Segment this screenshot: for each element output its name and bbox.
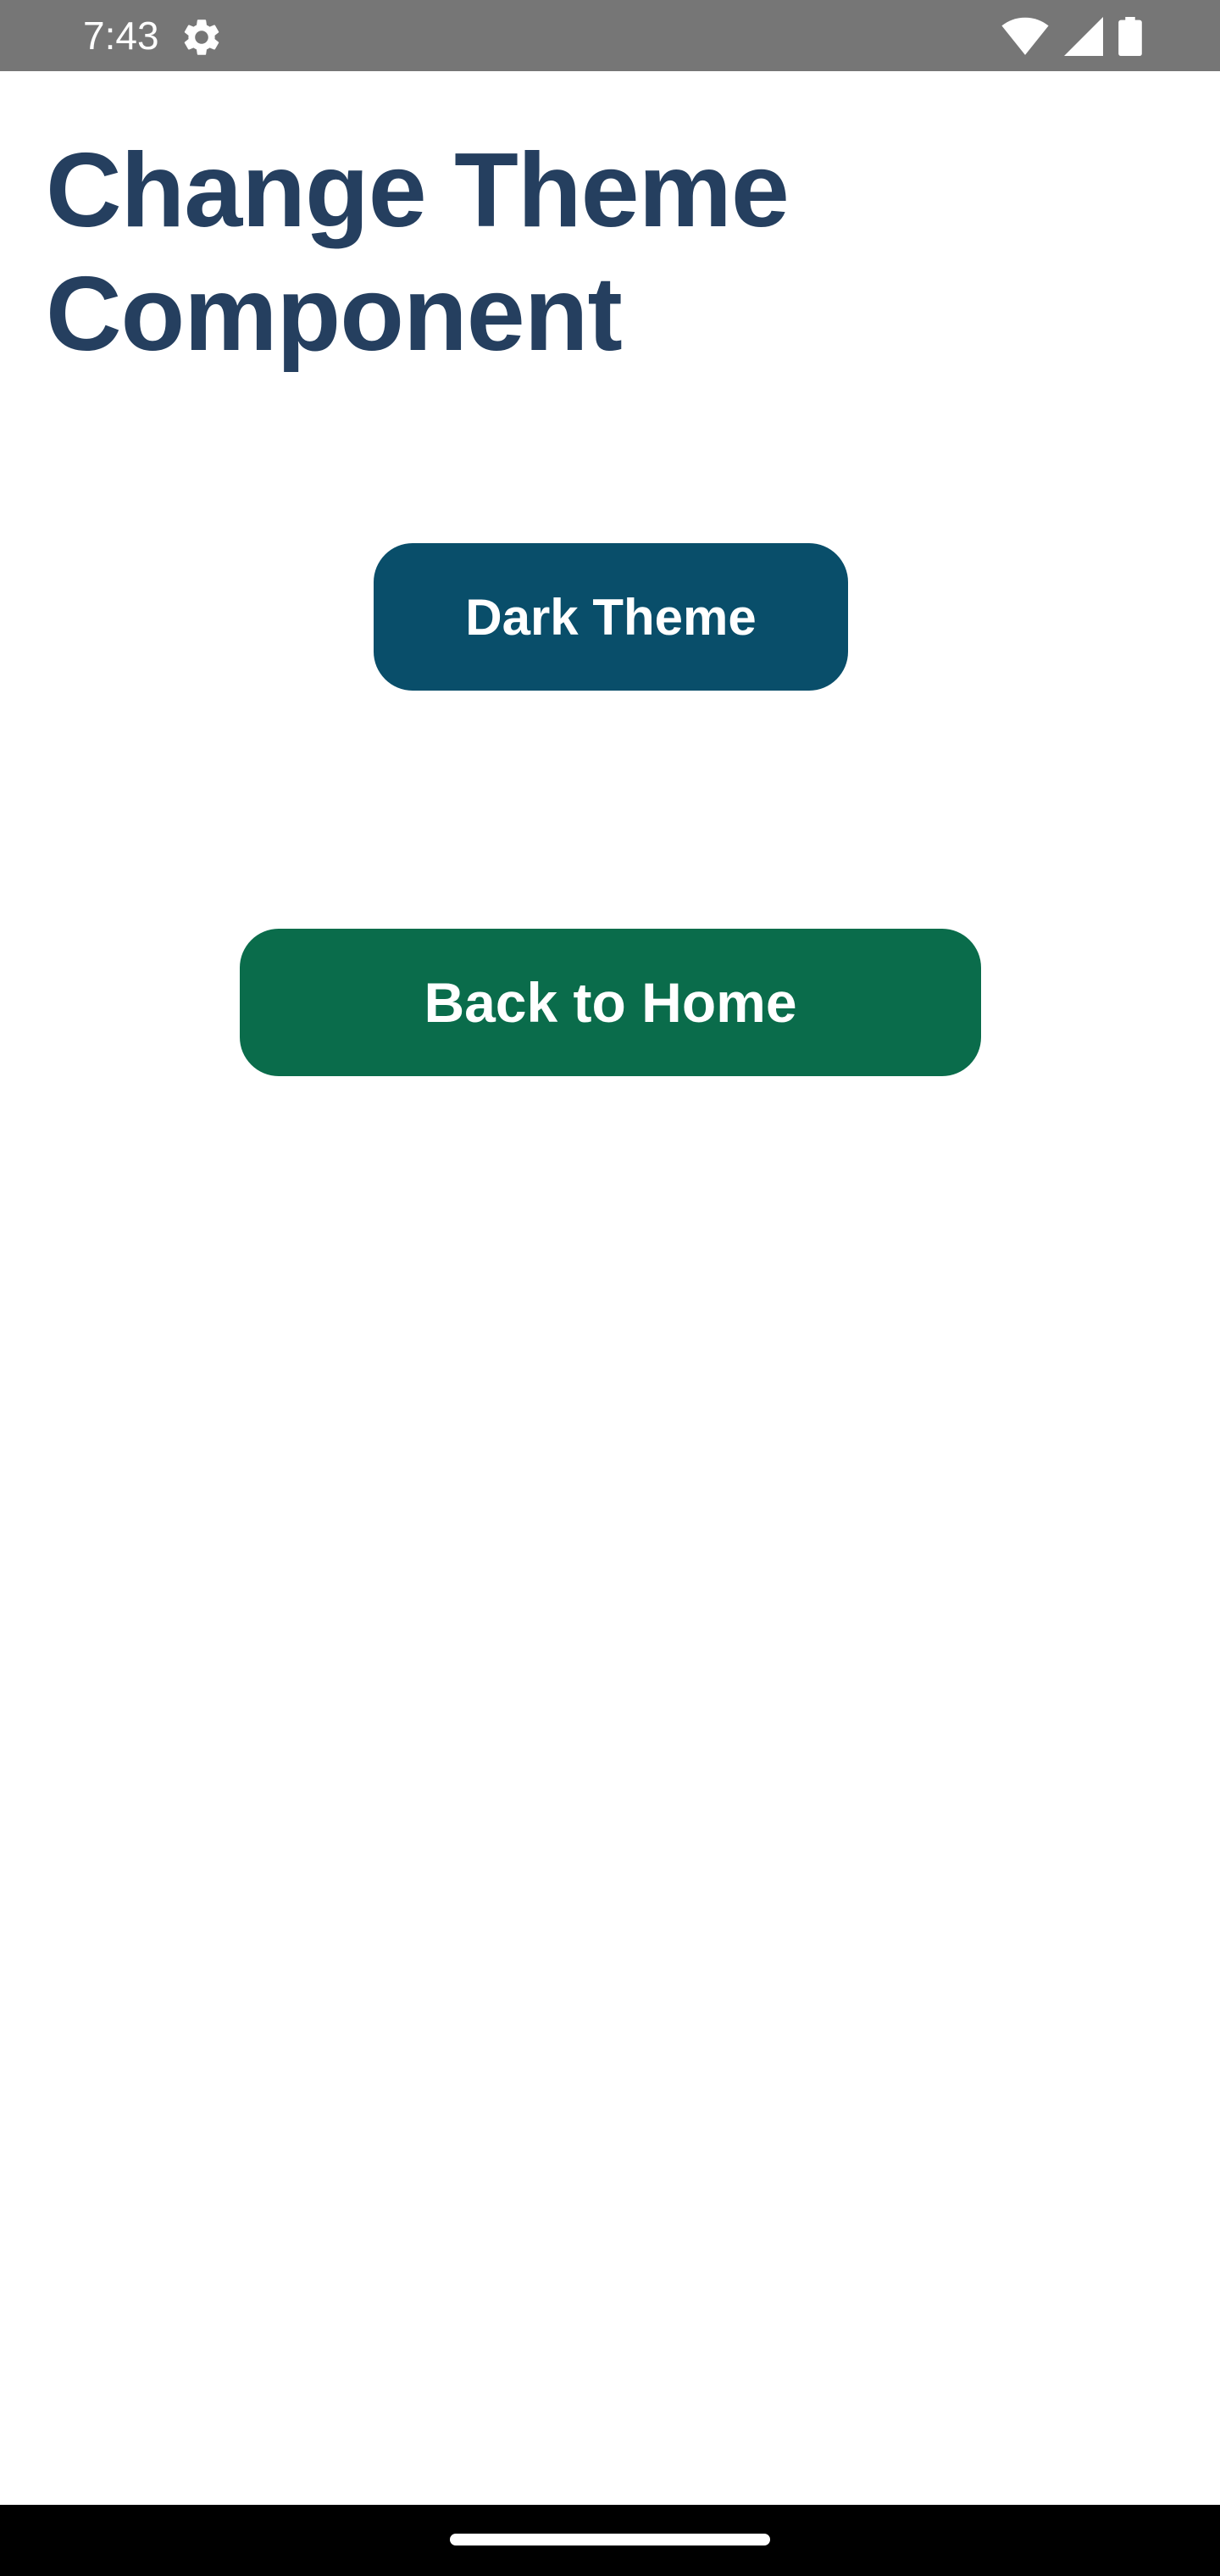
page-title: Change Theme Component (46, 132, 790, 373)
cellular-signal-icon (1064, 17, 1103, 56)
settings-gear-icon (184, 19, 219, 55)
home-indicator[interactable] (450, 2534, 770, 2545)
status-time: 7:43 (83, 14, 159, 58)
back-to-home-button[interactable]: Back to Home (240, 929, 981, 1076)
status-bar: 7:43 (0, 0, 1220, 71)
battery-icon (1118, 17, 1142, 56)
wifi-icon (1001, 17, 1049, 55)
status-icons (1001, 15, 1142, 58)
dark-theme-button[interactable]: Dark Theme (374, 543, 848, 691)
